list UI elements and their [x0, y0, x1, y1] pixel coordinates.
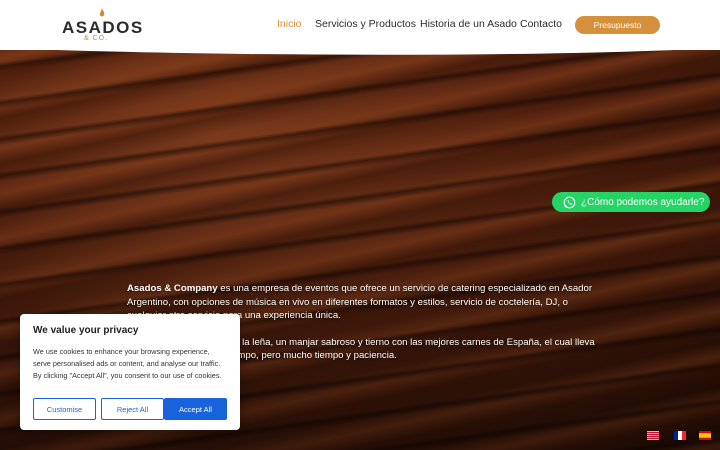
header-wave-divider — [0, 44, 720, 55]
presupuesto-button[interactable]: Presupuesto — [575, 16, 660, 34]
logo-subtext: & CO. — [84, 35, 109, 42]
logo[interactable]: ASADOS & CO. — [62, 8, 142, 42]
nav-item-servicios[interactable]: Servicios y Productos — [315, 18, 416, 30]
whatsapp-icon — [563, 196, 576, 208]
cookie-banner: We value your privacy We use cookies to … — [20, 314, 240, 430]
customise-button[interactable]: Customise — [33, 398, 96, 420]
language-switcher — [647, 431, 713, 441]
whatsapp-label: ¿Cómo podemos ayudarle? — [581, 196, 705, 208]
whatsapp-chat-button[interactable]: ¿Cómo podemos ayudarle? — [552, 192, 710, 212]
cookie-title: We value your privacy — [33, 325, 139, 336]
nav-item-contacto[interactable]: Contacto — [520, 18, 562, 30]
cookie-text: We use cookies to enhance your browsing … — [33, 347, 222, 380]
french-flag-icon[interactable] — [674, 431, 686, 440]
spanish-flag-icon[interactable] — [699, 431, 711, 440]
catalan-flag-icon[interactable] — [647, 431, 659, 440]
flame-icon — [99, 8, 105, 17]
reject-all-button[interactable]: Reject All — [101, 398, 164, 420]
nav-item-inicio[interactable]: Inicio — [277, 18, 302, 30]
site-header: ASADOS & CO. Inicio Servicios y Producto… — [0, 0, 720, 50]
company-name: Asados & Company — [127, 283, 218, 294]
cookie-actions: Customise Reject All Accept All — [33, 398, 227, 420]
nav-item-historia[interactable]: Historia de un Asado — [420, 18, 517, 30]
accept-all-button[interactable]: Accept All — [164, 398, 227, 420]
